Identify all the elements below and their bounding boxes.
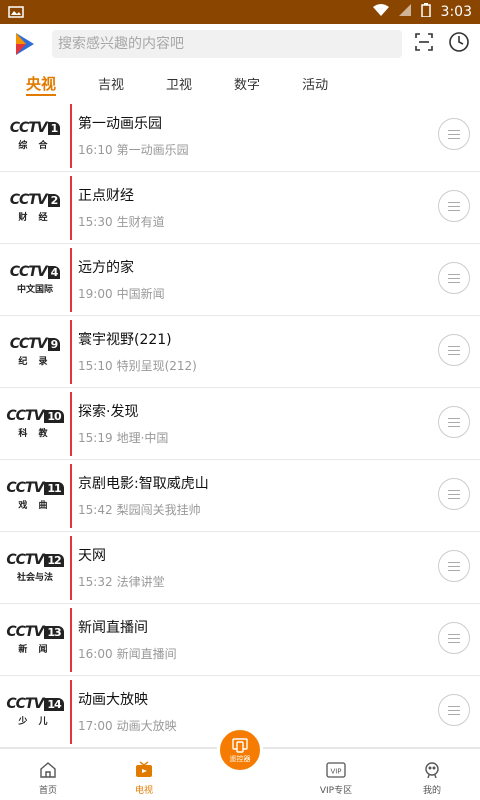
channel-logo: CCTV 2 财 经 xyxy=(0,175,72,240)
category-tabs: 央视 吉视 卫视 数字 活动 xyxy=(0,66,480,100)
tv-icon xyxy=(135,760,153,780)
next-program: 17:00 动画大放映 xyxy=(78,719,177,733)
program-title: 新闻直播间 xyxy=(78,620,148,636)
svg-text:VIP: VIP xyxy=(330,768,341,776)
channel-row[interactable]: CCTV 9 纪 录 寰宇视野(221) 15:10 特别呈现(212) xyxy=(0,316,480,388)
nav-mine[interactable]: 我的 xyxy=(384,749,480,800)
channel-logo: CCTV 13 新 闻 xyxy=(0,607,72,672)
channel-row[interactable]: CCTV 1 综 合 第一动画乐园 16:10 第一动画乐园 xyxy=(0,100,480,172)
channel-row[interactable]: CCTV 4 中文国际 远方的家 19:00 中国新闻 xyxy=(0,244,480,316)
status-bar: 3:03 xyxy=(0,0,480,24)
next-program: 15:42 梨园闯关我挂帅 xyxy=(78,503,201,517)
menu-icon[interactable] xyxy=(438,406,470,438)
remote-icon xyxy=(232,738,248,753)
channel-logo: CCTV 12 社会与法 xyxy=(0,535,72,600)
scan-icon[interactable] xyxy=(414,32,434,56)
channel-logo: CCTV 1 综 合 xyxy=(0,103,72,168)
battery-icon xyxy=(420,3,431,21)
nav-remote[interactable]: 遥控器 xyxy=(192,727,288,800)
channel-logo: CCTV 11 戏 曲 xyxy=(0,463,72,528)
program-title: 第一动画乐园 xyxy=(78,116,162,132)
menu-icon[interactable] xyxy=(438,262,470,294)
clock-time: 3:03 xyxy=(440,4,472,20)
channel-logo: CCTV 14 少 儿 xyxy=(0,679,72,744)
user-icon xyxy=(423,760,441,780)
program-title: 远方的家 xyxy=(78,260,134,276)
next-program: 19:00 中国新闻 xyxy=(78,287,165,301)
vip-icon: VIP xyxy=(326,760,346,780)
wifi-icon xyxy=(372,4,389,20)
next-program: 16:00 新闻直播间 xyxy=(78,647,177,661)
program-title: 寰宇视野(221) xyxy=(78,332,172,348)
program-title: 天网 xyxy=(78,548,106,564)
tab-satellite[interactable]: 卫视 xyxy=(166,68,192,98)
nav-vip[interactable]: VIP VIP专区 xyxy=(288,749,384,800)
signal-icon xyxy=(398,4,411,20)
next-program: 16:10 第一动画乐园 xyxy=(78,143,189,157)
channel-row[interactable]: CCTV 13 新 闻 新闻直播间 16:00 新闻直播间 xyxy=(0,604,480,676)
menu-icon[interactable] xyxy=(438,694,470,726)
tab-events[interactable]: 活动 xyxy=(302,68,328,98)
program-title: 正点财经 xyxy=(78,188,134,204)
next-program: 15:19 地理·中国 xyxy=(78,431,169,445)
channel-list: CCTV 1 综 合 第一动画乐园 16:10 第一动画乐园 CCTV 2 财 经 正… xyxy=(0,100,480,748)
menu-icon[interactable] xyxy=(438,334,470,366)
home-icon xyxy=(39,760,57,780)
menu-icon[interactable] xyxy=(438,190,470,222)
nav-tv[interactable]: 电视 xyxy=(96,749,192,800)
search-bar[interactable] xyxy=(52,30,402,58)
program-title: 京剧电影:智取威虎山 xyxy=(78,476,209,492)
channel-logo: CCTV 10 科 教 xyxy=(0,391,72,456)
next-program: 15:10 特别呈现(212) xyxy=(78,359,197,373)
channel-row[interactable]: CCTV 2 财 经 正点财经 15:30 生财有道 xyxy=(0,172,480,244)
history-icon[interactable] xyxy=(448,31,470,57)
menu-icon[interactable] xyxy=(438,622,470,654)
channel-logo: CCTV 4 中文国际 xyxy=(0,247,72,312)
app-logo-icon[interactable] xyxy=(10,30,38,58)
tab-cctv[interactable]: 央视 xyxy=(26,68,57,98)
channel-row[interactable]: CCTV 11 戏 曲 京剧电影:智取威虎山 15:42 梨园闯关我挂帅 xyxy=(0,460,480,532)
tab-jilin[interactable]: 吉视 xyxy=(98,68,124,98)
next-program: 15:30 生财有道 xyxy=(78,215,165,229)
channel-row[interactable]: CCTV 10 科 教 探索·发现 15:19 地理·中国 xyxy=(0,388,480,460)
channel-logo: CCTV 9 纪 录 xyxy=(0,319,72,384)
remote-button[interactable]: 遥控器 xyxy=(217,727,263,773)
program-title: 探索·发现 xyxy=(78,404,139,420)
channel-row[interactable]: CCTV 12 社会与法 天网 15:32 法律讲堂 xyxy=(0,532,480,604)
top-bar xyxy=(0,24,480,64)
menu-icon[interactable] xyxy=(438,550,470,582)
menu-icon[interactable] xyxy=(438,478,470,510)
tab-digital[interactable]: 数字 xyxy=(234,68,260,98)
next-program: 15:32 法律讲堂 xyxy=(78,575,165,589)
program-title: 动画大放映 xyxy=(78,692,148,708)
notification-icon xyxy=(8,6,24,18)
search-input[interactable] xyxy=(58,36,396,52)
bottom-nav: 首页 电视 遥控器 VIP VIP专区 我的 xyxy=(0,727,480,800)
nav-home[interactable]: 首页 xyxy=(0,749,96,800)
menu-icon[interactable] xyxy=(438,118,470,150)
